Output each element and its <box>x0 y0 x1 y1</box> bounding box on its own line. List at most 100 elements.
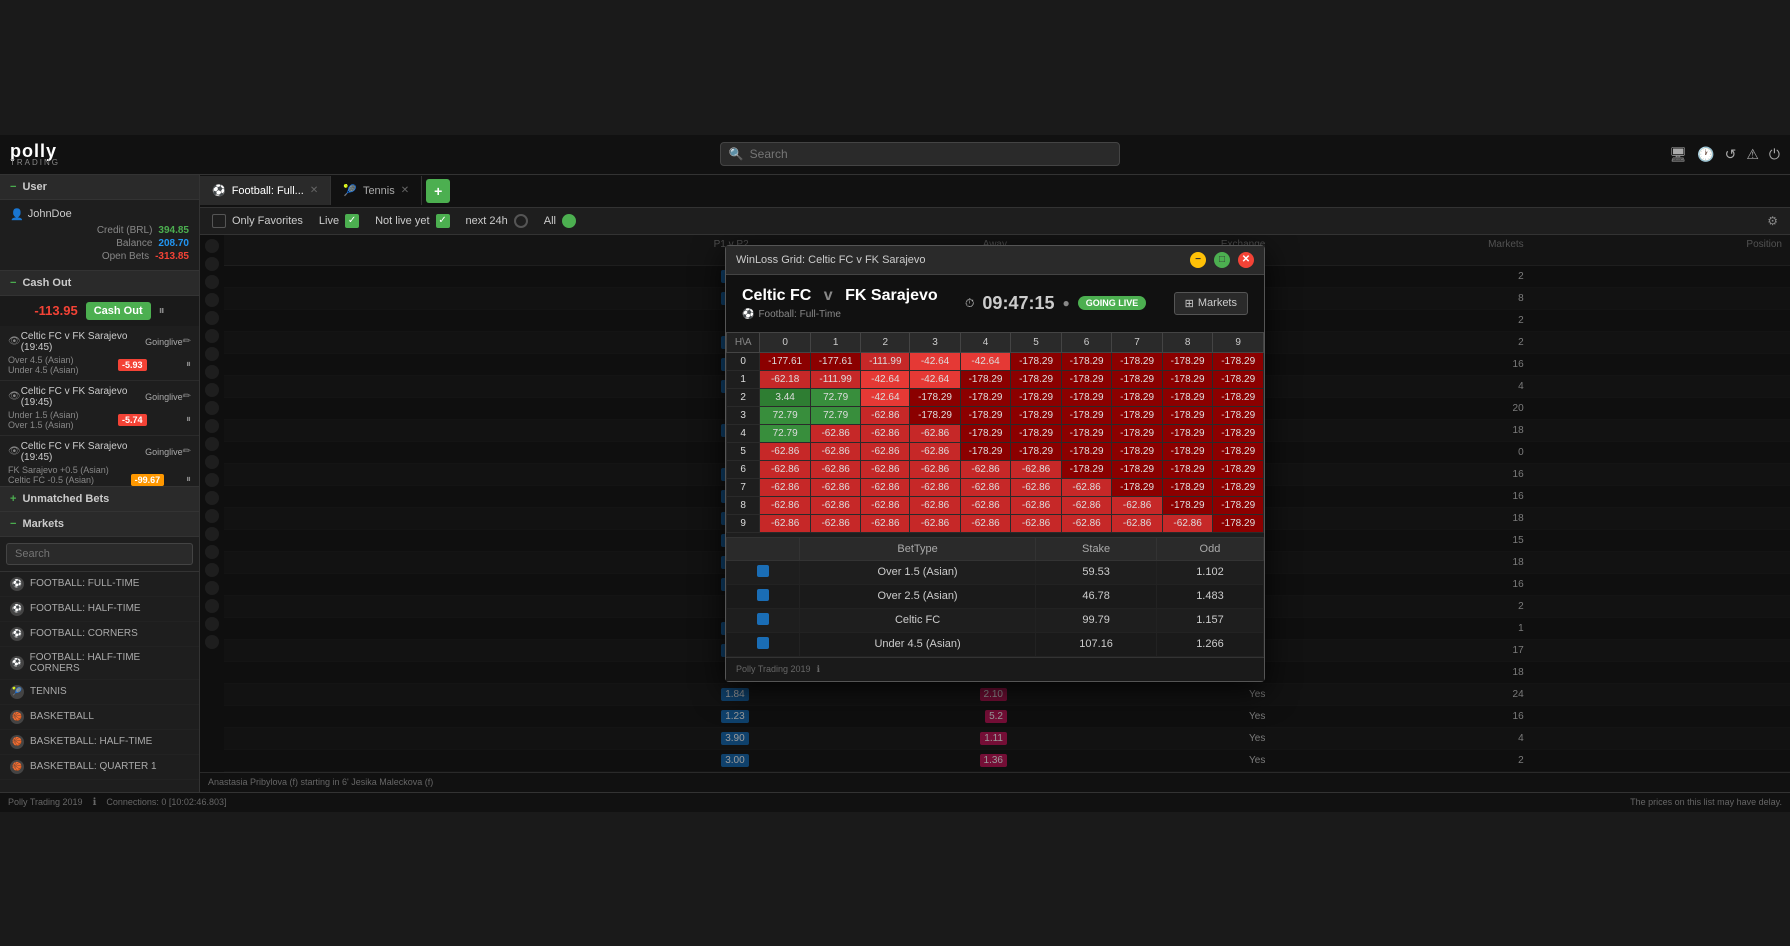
monitor-icon[interactable]: 🖥 <box>1669 146 1687 163</box>
grid-cell[interactable]: -62.86 <box>810 478 861 496</box>
bet-edit-icon[interactable]: ✏ <box>183 336 191 347</box>
grid-cell[interactable]: -62.86 <box>1112 496 1163 514</box>
grid-cell[interactable]: 72.79 <box>810 406 861 424</box>
bet-checkbox[interactable] <box>757 637 769 649</box>
bet-pause-icon[interactable]: ⏸ <box>186 359 191 370</box>
grid-cell[interactable]: -62.86 <box>760 478 811 496</box>
market-item-tennis[interactable]: 🎾 TENNIS <box>0 680 199 705</box>
grid-cell[interactable]: -178.29 <box>1112 442 1163 460</box>
next-24h-toggle[interactable] <box>514 214 528 228</box>
grid-cell[interactable]: -62.86 <box>760 514 811 532</box>
grid-cell[interactable]: -178.29 <box>1213 460 1264 478</box>
grid-cell[interactable]: -62.86 <box>960 478 1011 496</box>
cashout-button[interactable]: Cash Out <box>86 302 151 320</box>
bet-pause-icon[interactable]: ⏸ <box>186 474 191 485</box>
grid-cell[interactable]: -178.29 <box>1213 478 1264 496</box>
grid-cell[interactable]: -178.29 <box>910 388 961 406</box>
filter-not-live-yet[interactable]: Not live yet ✓ <box>375 214 449 228</box>
market-item-basketball[interactable]: 🏀 BASKETBALL <box>0 705 199 730</box>
market-item-football-ht-corners[interactable]: ⚽ FOOTBALL: HALF-TIME CORNERS <box>0 647 199 680</box>
filter-live[interactable]: Live ✓ <box>319 214 359 228</box>
grid-cell[interactable]: -42.64 <box>861 388 910 406</box>
market-item-football-fulltime[interactable]: ⚽ FOOTBALL: FULL-TIME <box>0 572 199 597</box>
grid-cell[interactable]: -62.86 <box>810 442 861 460</box>
power-icon[interactable]: ⏻ <box>1769 146 1780 163</box>
grid-cell[interactable]: -62.86 <box>861 514 910 532</box>
grid-cell[interactable]: -178.29 <box>1162 370 1213 388</box>
grid-cell[interactable]: -62.86 <box>810 424 861 442</box>
add-tab-button[interactable]: + <box>426 179 450 203</box>
all-toggle[interactable] <box>562 214 576 228</box>
grid-cell[interactable]: -62.86 <box>861 460 910 478</box>
grid-cell[interactable]: -62.18 <box>760 370 811 388</box>
grid-cell[interactable]: -178.29 <box>1112 460 1163 478</box>
grid-cell[interactable]: -178.29 <box>1162 442 1213 460</box>
grid-cell[interactable]: -178.29 <box>1061 406 1112 424</box>
grid-cell[interactable]: -178.29 <box>1061 424 1112 442</box>
grid-cell[interactable]: -62.86 <box>861 496 910 514</box>
filter-only-favorites[interactable]: Only Favorites <box>212 214 303 228</box>
info-icon[interactable]: ℹ <box>817 664 820 675</box>
market-item-football-corners[interactable]: ⚽ FOOTBALL: CORNERS <box>0 622 199 647</box>
grid-cell[interactable]: -178.29 <box>1011 424 1062 442</box>
grid-cell[interactable]: -42.64 <box>960 352 1011 370</box>
bet-checkbox[interactable] <box>757 589 769 601</box>
grid-cell[interactable]: -178.29 <box>910 406 961 424</box>
grid-cell[interactable]: -178.29 <box>1213 514 1264 532</box>
grid-cell[interactable]: -62.86 <box>861 424 910 442</box>
grid-cell[interactable]: -178.29 <box>1011 406 1062 424</box>
grid-cell[interactable]: -62.86 <box>910 424 961 442</box>
grid-cell[interactable]: -62.86 <box>810 514 861 532</box>
grid-cell[interactable]: -62.86 <box>1061 496 1112 514</box>
grid-cell[interactable]: -178.29 <box>1112 478 1163 496</box>
grid-cell[interactable]: -178.29 <box>1112 370 1163 388</box>
grid-cell[interactable]: -62.86 <box>861 442 910 460</box>
grid-cell[interactable]: -178.29 <box>1213 370 1264 388</box>
bet-checkbox-cell[interactable] <box>727 584 800 608</box>
tab-close-icon[interactable]: ✕ <box>401 185 409 196</box>
grid-cell[interactable]: -62.86 <box>960 514 1011 532</box>
grid-cell[interactable]: -62.86 <box>910 496 961 514</box>
live-checkbox[interactable]: ✓ <box>345 214 359 228</box>
filter-settings-icon[interactable]: ⚙ <box>1767 214 1778 228</box>
cashout-pause-icon[interactable]: ⏸ <box>159 303 165 318</box>
grid-cell[interactable]: -177.61 <box>760 352 811 370</box>
grid-cell[interactable]: -178.29 <box>1112 352 1163 370</box>
modal-minimize-button[interactable]: − <box>1190 252 1206 268</box>
grid-cell[interactable]: -62.86 <box>861 406 910 424</box>
grid-cell[interactable]: 72.79 <box>760 424 811 442</box>
grid-cell[interactable]: -62.86 <box>861 478 910 496</box>
collapse-cashout-icon[interactable]: − <box>10 277 16 289</box>
grid-cell[interactable]: -178.29 <box>1011 352 1062 370</box>
bet-eye-icon[interactable]: 👁 <box>8 336 21 347</box>
alert-icon[interactable]: ⚠ <box>1746 146 1759 163</box>
grid-cell[interactable]: -111.99 <box>861 352 910 370</box>
grid-cell[interactable]: -177.61 <box>810 352 861 370</box>
filter-all[interactable]: All <box>544 214 576 228</box>
grid-cell[interactable]: -62.86 <box>1011 478 1062 496</box>
grid-cell[interactable]: -178.29 <box>1061 460 1112 478</box>
market-item-basketball-q1[interactable]: 🏀 BASKETBALL: QUARTER 1 <box>0 755 199 780</box>
grid-cell[interactable]: -178.29 <box>960 388 1011 406</box>
grid-cell[interactable]: -62.86 <box>1162 514 1213 532</box>
grid-cell[interactable]: 3.44 <box>760 388 811 406</box>
clock-icon[interactable]: 🕐 <box>1697 146 1714 163</box>
grid-cell[interactable]: -62.86 <box>1011 496 1062 514</box>
bet-edit-icon[interactable]: ✏ <box>183 391 191 402</box>
grid-cell[interactable]: -111.99 <box>810 370 861 388</box>
grid-cell[interactable]: -42.64 <box>861 370 910 388</box>
tab-football[interactable]: ⚽ Football: Full... ✕ <box>200 176 331 205</box>
bet-checkbox[interactable] <box>757 613 769 625</box>
grid-cell[interactable]: -62.86 <box>1011 514 1062 532</box>
grid-cell[interactable]: -178.29 <box>1011 442 1062 460</box>
grid-cell[interactable]: -178.29 <box>1112 388 1163 406</box>
grid-cell[interactable]: -62.86 <box>1112 514 1163 532</box>
market-item-football-halftime[interactable]: ⚽ FOOTBALL: HALF-TIME <box>0 597 199 622</box>
not-live-yet-checkbox[interactable]: ✓ <box>436 214 450 228</box>
unmatched-bets-toggle[interactable]: + Unmatched Bets <box>0 487 199 512</box>
grid-cell[interactable]: -178.29 <box>960 424 1011 442</box>
grid-cell[interactable]: -62.86 <box>910 442 961 460</box>
bet-pause-icon[interactable]: ⏸ <box>186 414 191 425</box>
collapse-markets-icon[interactable]: − <box>10 518 16 530</box>
grid-cell[interactable]: -178.29 <box>1162 460 1213 478</box>
